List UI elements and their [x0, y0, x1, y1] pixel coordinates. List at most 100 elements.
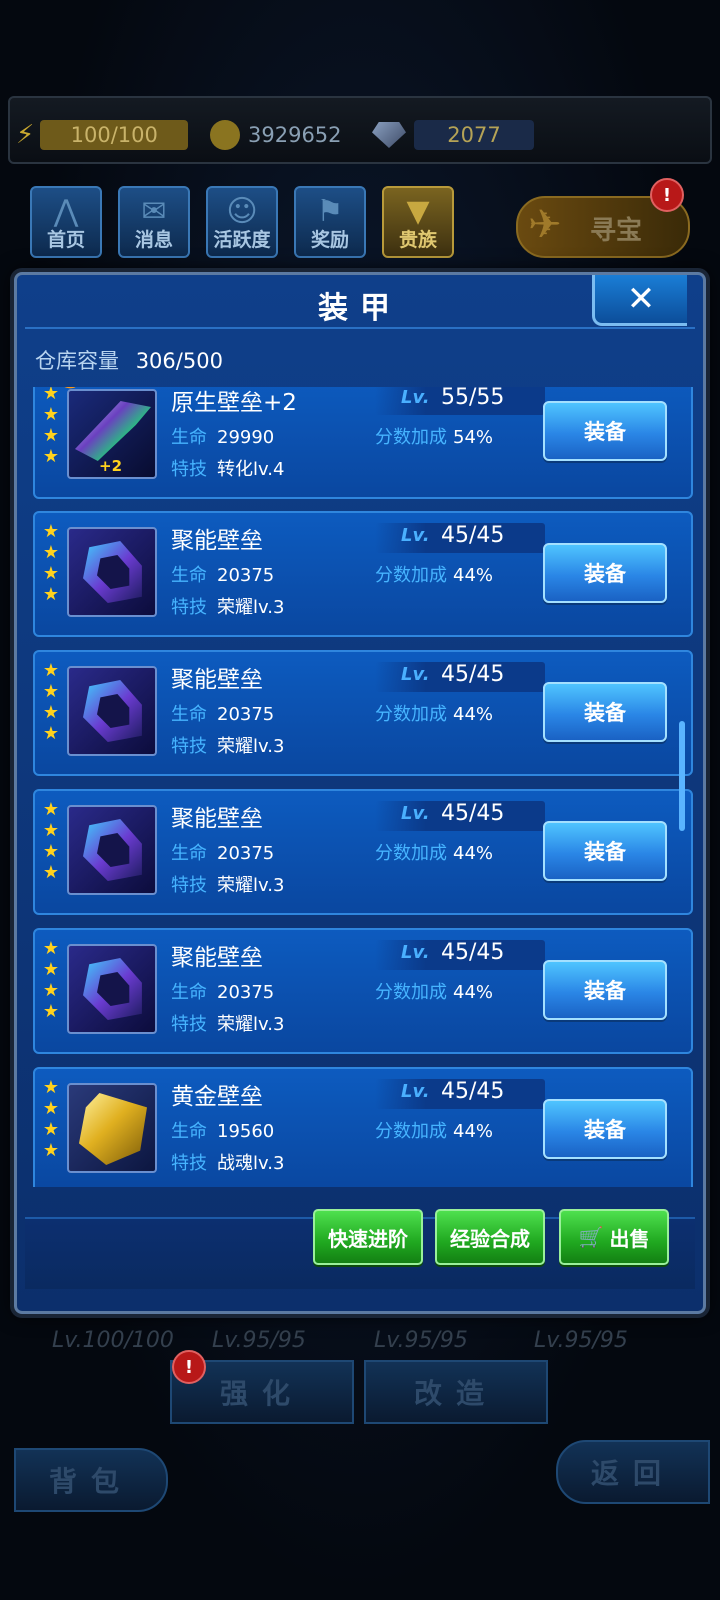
hp-label: 生命: [171, 704, 207, 725]
skill-label: 特技: [171, 1014, 207, 1035]
star-rating: ★ ★ ★ ★: [42, 521, 60, 605]
skill-label: 特技: [171, 459, 207, 480]
item-name: 聚能壁垒: [171, 806, 263, 832]
hp-stat: 生命 19560: [171, 1117, 274, 1143]
star-icon: ★: [42, 660, 60, 681]
star-rating: ★ ★ ★ ★: [42, 938, 60, 1022]
bonus-stat: 分数加成 44%: [375, 561, 493, 587]
sell-button[interactable]: 🛒 出售: [559, 1209, 669, 1265]
star-icon: ★: [42, 563, 60, 584]
hp-value: 20375: [217, 704, 275, 725]
star-icon: ★: [42, 841, 60, 862]
energy-icon: ⚡: [16, 120, 35, 150]
item-thumbnail[interactable]: [67, 944, 157, 1034]
shield-armor-icon: [83, 819, 142, 881]
nav-messages-button[interactable]: ✉ 消息: [118, 186, 190, 258]
list-item: ★ ★ ★ ★ 聚能壁垒 Lv. 45/45 生命 20375 分数加成 44% 特技 荣耀…: [33, 511, 693, 637]
hp-value: 20375: [217, 982, 275, 1003]
level-label: Lv.: [401, 1081, 430, 1102]
skill-label: 特技: [171, 875, 207, 896]
nav-rewards-button[interactable]: ⚑ 奖励: [294, 186, 366, 258]
gold-armor-icon: [79, 1093, 147, 1165]
star-rating: ★ ★ ★ ★: [42, 660, 60, 744]
list-scrollbar[interactable]: [679, 721, 685, 831]
nav-activity-button[interactable]: ☺ 活跃度: [206, 186, 278, 258]
bonus-label: 分数加成: [375, 843, 447, 864]
hp-value: 19560: [217, 1121, 275, 1142]
nav-rewards-label: 奖励: [310, 229, 349, 251]
hp-stat: 生命 20375: [171, 700, 274, 726]
capacity-label: 仓库容量: [35, 349, 119, 373]
item-thumbnail[interactable]: [67, 666, 157, 756]
level-label: Lv.: [401, 942, 430, 963]
star-icon: ★: [42, 681, 60, 702]
nav-home-button[interactable]: ⋀ 首页: [30, 186, 102, 258]
star-icon: ★: [42, 542, 60, 563]
modify-button[interactable]: 改造: [364, 1360, 548, 1424]
star-icon: ★: [42, 1098, 60, 1119]
level-label: Lv.: [401, 387, 430, 408]
gold-resource: 3929652: [210, 118, 342, 152]
star-icon: ★: [42, 446, 60, 467]
gem-value: 2077: [414, 120, 534, 150]
level-value: 45/45: [441, 662, 505, 687]
skill-label: 特技: [171, 736, 207, 757]
shield-armor-icon: [83, 958, 142, 1020]
backpack-button[interactable]: 背包: [14, 1448, 168, 1512]
star-icon: ★: [42, 938, 60, 959]
bonus-value: 44%: [453, 704, 494, 725]
back-button[interactable]: 返回: [556, 1440, 710, 1504]
skill-label: 特技: [171, 1153, 207, 1174]
bonus-label: 分数加成: [375, 982, 447, 1003]
exp-merge-button[interactable]: 经验合成: [435, 1209, 545, 1265]
equip-button[interactable]: 装备: [543, 401, 667, 461]
smile-badge-icon: ☺: [226, 194, 258, 229]
skill-value: 荣耀lv.3: [217, 736, 285, 757]
armor-dialog: 装甲 ✕ 仓库容量 306/500 ★ ★ ★ ★ S +2 原生壁垒+2 Lv…: [14, 272, 706, 1314]
star-icon: ★: [42, 387, 60, 404]
bonus-value: 54%: [453, 427, 494, 448]
bonus-value: 44%: [453, 843, 494, 864]
ship-armor-icon: [75, 401, 151, 461]
star-icon: ★: [42, 1119, 60, 1140]
equip-button[interactable]: 装备: [543, 1099, 667, 1159]
hp-label: 生命: [171, 1121, 207, 1142]
armor-list[interactable]: ★ ★ ★ ★ S +2 原生壁垒+2 Lv. 55/55 生命 29990 分数…: [33, 387, 693, 1187]
skill-stat: 特技 荣耀lv.3: [171, 593, 284, 619]
equip-button[interactable]: 装备: [543, 543, 667, 603]
skill-stat: 特技 荣耀lv.3: [171, 732, 284, 758]
hp-value: 20375: [217, 843, 275, 864]
close-button[interactable]: ✕: [592, 275, 687, 326]
hp-label: 生命: [171, 565, 207, 586]
item-name: 黄金壁垒: [171, 1084, 263, 1110]
star-icon: ★: [42, 1077, 60, 1098]
item-thumbnail[interactable]: +2: [67, 389, 157, 479]
gold-coin-icon: [210, 120, 240, 150]
item-thumbnail[interactable]: [67, 805, 157, 895]
item-thumbnail[interactable]: [67, 1083, 157, 1173]
storage-capacity: 仓库容量 306/500: [35, 345, 223, 375]
level-value: 45/45: [441, 940, 505, 965]
skill-value: 荣耀lv.3: [217, 597, 285, 618]
item-thumbnail[interactable]: [67, 527, 157, 617]
energy-resource: ⚡ 100/100: [16, 118, 189, 152]
bonus-stat: 分数加成 44%: [375, 700, 493, 726]
quick-advance-button[interactable]: 快速进阶: [313, 1209, 423, 1265]
equip-button[interactable]: 装备: [543, 960, 667, 1020]
nav-noble-button[interactable]: ▼ 贵族: [382, 186, 454, 258]
item-name: 原生壁垒+2: [171, 390, 297, 416]
nav-home-label: 首页: [46, 229, 85, 251]
star-icon: ★: [42, 404, 60, 425]
equip-button[interactable]: 装备: [543, 682, 667, 742]
bonus-label: 分数加成: [375, 1121, 447, 1142]
level-label: Lv.: [401, 664, 430, 685]
bonus-label: 分数加成: [375, 427, 447, 448]
equip-button[interactable]: 装备: [543, 821, 667, 881]
bonus-value: 44%: [453, 982, 494, 1003]
item-name: 聚能壁垒: [171, 528, 263, 554]
star-rating: ★ ★ ★ ★: [42, 387, 60, 467]
treasure-alert-badge: !: [650, 178, 684, 212]
star-icon: ★: [42, 1140, 60, 1161]
list-item: ★ ★ ★ ★ 聚能壁垒 Lv. 45/45 生命 20375 分数加成 44% 特技 荣耀…: [33, 650, 693, 776]
hp-label: 生命: [171, 427, 207, 448]
